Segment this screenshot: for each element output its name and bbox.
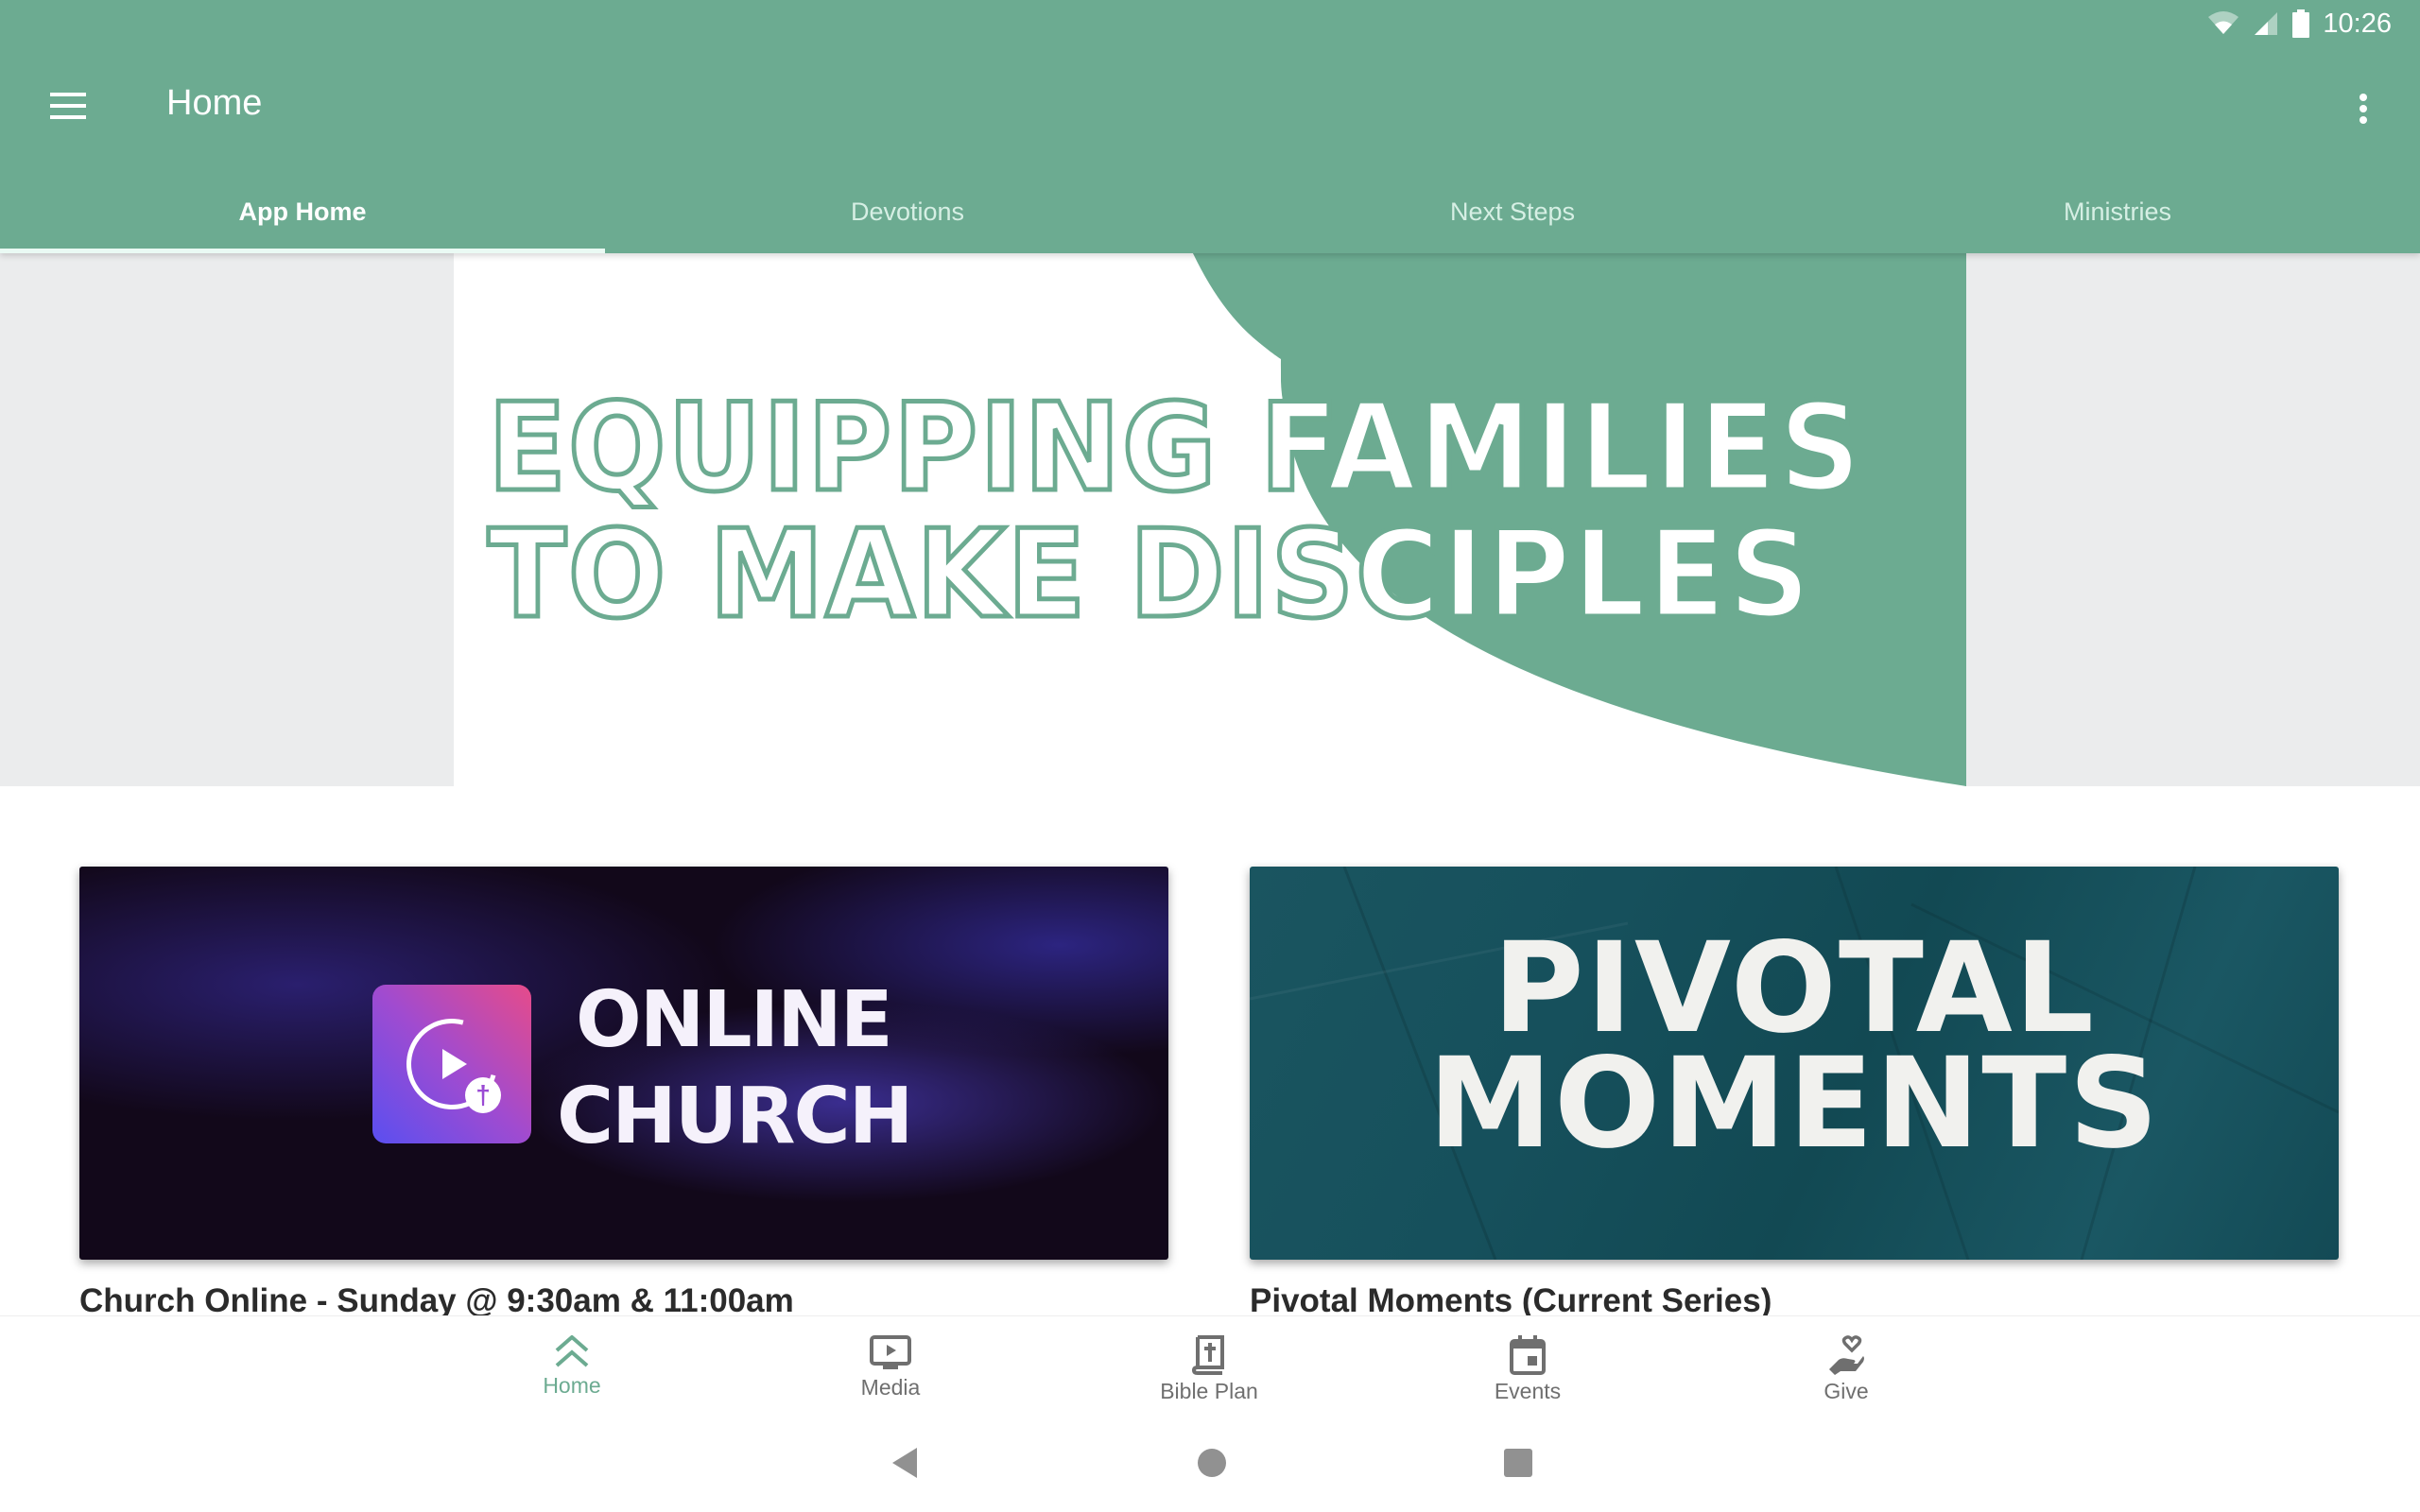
- system-navigation-bar: [0, 1410, 2420, 1512]
- page-title: Home: [166, 83, 263, 123]
- hero-banner[interactable]: EQUIPPING FAMILIES TO MAKE DISCIPLES: [454, 253, 1966, 786]
- calendar-icon: [1510, 1335, 1546, 1375]
- online-church-image: † ONLINE CHURCH: [79, 867, 1168, 1260]
- tab-next-steps[interactable]: Next Steps: [1210, 170, 1815, 253]
- app-bar: 10:26 Home App Home Devotions Next Steps…: [0, 0, 2420, 253]
- tab-app-home[interactable]: App Home: [0, 170, 605, 253]
- recents-square-icon[interactable]: [1499, 1444, 1537, 1482]
- battery-icon: [2292, 9, 2310, 38]
- hand-heart-icon: [1829, 1335, 1864, 1375]
- more-vert-icon[interactable]: [2335, 80, 2392, 137]
- card-title: Church Online - Sunday @ 9:30am & 11:00a…: [79, 1282, 794, 1319]
- pivotal-moments-image: PIVOTAL MOMENTS: [1250, 867, 2339, 1260]
- hero-banner-container: EQUIPPING FAMILIES TO MAKE DISCIPLES: [0, 253, 2420, 786]
- nav-events[interactable]: Events: [1424, 1316, 1632, 1411]
- pivotal-moments-image-text: PIVOTAL MOMENTS: [1427, 916, 2161, 1177]
- bible-icon: [1192, 1335, 1224, 1375]
- online-church-image-text: ONLINE CHURCH: [557, 975, 913, 1161]
- card-title: Pivotal Moments (Current Series): [1250, 1282, 1772, 1319]
- card-online-church[interactable]: † ONLINE CHURCH Church Online - Sunday @…: [79, 867, 1168, 1320]
- nav-media[interactable]: Media: [786, 1316, 994, 1411]
- play-icon: [442, 1049, 467, 1079]
- nav-home[interactable]: Home: [468, 1316, 676, 1411]
- status-bar: 10:26: [2207, 0, 2420, 47]
- bottom-navigation: Home Media Bible Plan Events Give: [0, 1315, 2420, 1410]
- card-pivotal-moments[interactable]: PIVOTAL MOMENTS Pivotal Moments (Current…: [1250, 867, 2339, 1320]
- cell-signal-icon: [2255, 12, 2278, 35]
- back-icon[interactable]: [883, 1444, 921, 1482]
- double-chevron-up-icon: [555, 1335, 589, 1367]
- tv-play-icon: [870, 1335, 911, 1369]
- tab-devotions[interactable]: Devotions: [605, 170, 1210, 253]
- hamburger-menu-icon[interactable]: [38, 76, 98, 136]
- home-circle-icon[interactable]: [1193, 1444, 1231, 1482]
- online-church-logo: †: [372, 985, 531, 1143]
- banner-line-2: TO MAKE DISCIPLES: [486, 505, 1813, 645]
- nav-bible-plan[interactable]: Bible Plan: [1105, 1316, 1313, 1411]
- banner-line-1: EQUIPPING FAMILIES: [486, 378, 1864, 519]
- toolbar: Home: [0, 47, 2420, 165]
- clock: 10:26: [2323, 8, 2392, 39]
- tab-bar: App Home Devotions Next Steps Ministries: [0, 170, 2420, 253]
- tab-ministries[interactable]: Ministries: [1815, 170, 2420, 253]
- wifi-icon: [2208, 11, 2239, 34]
- banner-headline: EQUIPPING FAMILIES TO MAKE DISCIPLES: [486, 378, 1864, 645]
- nav-give[interactable]: Give: [1742, 1316, 1950, 1411]
- cross-icon: †: [465, 1077, 501, 1113]
